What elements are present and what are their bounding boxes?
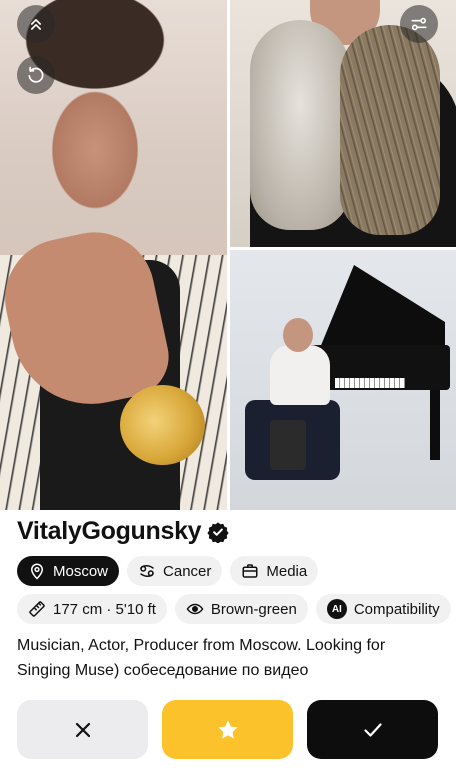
photo-gallery[interactable] <box>0 0 456 510</box>
chip-location-label: Moscow <box>53 562 109 580</box>
chip-location[interactable]: Moscow <box>17 556 120 586</box>
filter-sliders-icon <box>411 17 427 31</box>
photo-detail-watch <box>120 385 205 465</box>
chip-compatibility-label: Compatibility <box>353 600 440 618</box>
filter-button[interactable] <box>400 5 438 43</box>
close-icon <box>75 722 90 737</box>
cancer-zodiac-icon <box>140 565 154 577</box>
photo-detail-piano-keys <box>335 378 405 388</box>
action-bar <box>17 700 438 759</box>
undo-icon <box>28 66 44 83</box>
chip-eye-color-label: Brown-green <box>210 600 297 618</box>
photo-detail-head <box>283 318 313 352</box>
chip-occupation-label: Media <box>266 562 308 580</box>
chip-height[interactable]: 177 cm · 5'10 ft <box>17 594 167 624</box>
chip-zodiac-label: Cancer <box>163 562 212 580</box>
chips-row-primary: Moscow Cancer Media <box>17 556 319 586</box>
chip-zodiac[interactable]: Cancer <box>127 556 223 586</box>
photo-detail-shirt <box>270 345 330 405</box>
checkmark-icon <box>363 722 382 737</box>
star-icon <box>218 720 237 739</box>
profile-bio: Musician, Actor, Producer from Moscow. L… <box>17 637 386 679</box>
ruler-icon <box>29 601 45 617</box>
photo-detail-piano-leg <box>430 390 440 460</box>
briefcase-icon <box>242 564 258 578</box>
chip-compatibility[interactable]: AI Compatibility <box>315 594 451 624</box>
chips-row-secondary: 177 cm · 5'10 ft Brown-green AI Compatib… <box>17 594 451 624</box>
chip-height-label: 177 cm · 5'10 ft <box>53 600 156 618</box>
super-like-button[interactable] <box>162 700 293 759</box>
location-pin-icon <box>30 563 44 580</box>
double-chevron-up-icon <box>31 19 42 30</box>
ai-badge-icon: AI <box>326 599 347 619</box>
profile-photo-piano[interactable] <box>230 250 456 510</box>
dislike-button[interactable] <box>17 700 148 759</box>
verified-badge-icon <box>207 521 229 543</box>
profile-header: VitalyGogunsky <box>17 517 229 546</box>
photo-detail-grey-cat <box>250 20 350 230</box>
chip-occupation[interactable]: Media <box>230 556 319 586</box>
like-button[interactable] <box>307 700 438 759</box>
profile-name: VitalyGogunsky <box>17 517 202 545</box>
undo-button[interactable] <box>17 56 55 94</box>
photo-detail-stool <box>270 420 306 470</box>
chip-eye-color[interactable]: Brown-green <box>174 594 308 624</box>
collapse-button[interactable] <box>17 5 55 43</box>
photo-detail-tabby-cat <box>340 25 440 235</box>
eye-icon <box>186 603 204 615</box>
